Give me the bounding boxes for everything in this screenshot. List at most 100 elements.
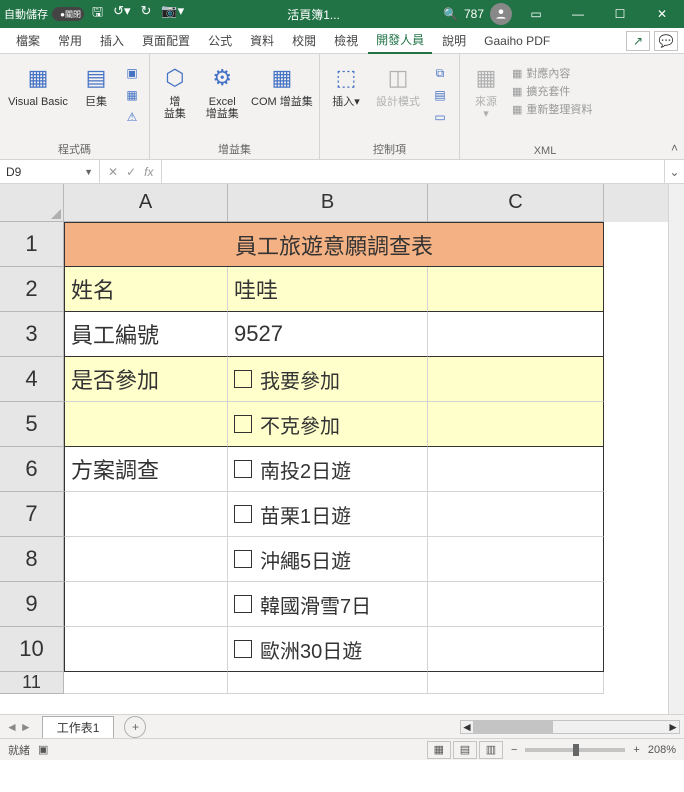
add-sheet-button[interactable]: +	[124, 716, 146, 738]
search-icon[interactable]: 🔍	[443, 7, 458, 21]
fx-icon[interactable]: fx	[144, 165, 153, 179]
expand-formula-bar-icon[interactable]: ⌄	[664, 160, 684, 183]
page-break-icon[interactable]: ▥	[479, 741, 503, 759]
row-header[interactable]: 9	[0, 582, 64, 627]
cell-a4[interactable]: 是否參加	[64, 357, 228, 402]
addins-button[interactable]: ⬡ 增 益集	[156, 58, 194, 120]
cell-c7[interactable]	[428, 492, 604, 537]
sheet-nav-prev-icon[interactable]: ◄	[6, 720, 18, 734]
cell-c4[interactable]	[428, 357, 604, 402]
row-header[interactable]: 1	[0, 222, 64, 267]
comments-icon[interactable]: 💬	[654, 31, 678, 51]
name-box[interactable]: D9▼	[0, 160, 100, 183]
undo-icon[interactable]: ↺▾	[113, 3, 130, 25]
enter-formula-icon[interactable]: ✓	[126, 165, 136, 179]
cell-b8[interactable]: 沖繩5日遊	[228, 537, 428, 582]
row-header[interactable]: 6	[0, 447, 64, 492]
save-icon[interactable]: 🖫	[92, 3, 103, 25]
chevron-down-icon[interactable]: ▼	[84, 167, 93, 177]
cell-a3[interactable]: 員工編號	[64, 312, 228, 357]
redo-icon[interactable]: ↻	[141, 3, 152, 25]
cell-b11[interactable]	[228, 672, 428, 694]
row-header[interactable]: 3	[0, 312, 64, 357]
row-header[interactable]: 2	[0, 267, 64, 312]
com-addins-button[interactable]: ▦ COM 增益集	[251, 58, 313, 108]
excel-addins-button[interactable]: ⚙ Excel 增益集	[200, 58, 245, 120]
design-mode-button[interactable]: ◫ 設計模式	[372, 58, 424, 108]
cell-c10[interactable]	[428, 627, 604, 672]
cell-b4[interactable]: 我要參加	[228, 357, 428, 402]
zoom-slider[interactable]	[525, 748, 625, 752]
record-macro-icon[interactable]: ▣	[122, 64, 142, 82]
cell-a10[interactable]	[64, 627, 228, 672]
select-all-cell[interactable]	[0, 184, 64, 222]
page-layout-icon[interactable]: ▤	[453, 741, 477, 759]
cell-b5[interactable]: 不克參加	[228, 402, 428, 447]
checkbox-icon[interactable]	[234, 415, 252, 433]
cell-a8[interactable]	[64, 537, 228, 582]
cell-c9[interactable]	[428, 582, 604, 627]
cell-b2[interactable]: 哇哇	[228, 267, 428, 312]
row-header[interactable]: 4	[0, 357, 64, 402]
tab-help[interactable]: 說明	[434, 28, 474, 53]
minimize-icon[interactable]: —	[560, 0, 596, 28]
xml-source-button[interactable]: ▦ 來源▾	[466, 58, 506, 120]
cell-c6[interactable]	[428, 447, 604, 492]
cell-c8[interactable]	[428, 537, 604, 582]
camera-icon[interactable]: 📷▾	[161, 3, 184, 25]
cell-b9[interactable]: 韓國滑雪7日	[228, 582, 428, 627]
normal-view-icon[interactable]: ▦	[427, 741, 451, 759]
cell-a9[interactable]	[64, 582, 228, 627]
cell-a5[interactable]	[64, 402, 228, 447]
tab-data[interactable]: 資料	[242, 28, 282, 53]
col-header-a[interactable]: A	[64, 184, 228, 222]
tab-layout[interactable]: 頁面配置	[134, 28, 198, 53]
tab-home[interactable]: 常用	[50, 28, 90, 53]
macros-button[interactable]: ▤ 巨集	[76, 58, 116, 108]
tab-review[interactable]: 校閱	[284, 28, 324, 53]
cell-title[interactable]: 員工旅遊意願調查表	[64, 222, 604, 267]
sheet-tab[interactable]: 工作表1	[42, 716, 115, 738]
macro-security-icon[interactable]: ⚠	[122, 108, 142, 126]
relative-ref-icon[interactable]: ▦	[122, 86, 142, 104]
cell-a11[interactable]	[64, 672, 228, 694]
col-header-c[interactable]: C	[428, 184, 604, 222]
checkbox-icon[interactable]	[234, 640, 252, 658]
row-header[interactable]: 8	[0, 537, 64, 582]
row-header[interactable]: 10	[0, 627, 64, 672]
cell-c5[interactable]	[428, 402, 604, 447]
tab-gaaiho[interactable]: Gaaiho PDF	[476, 30, 558, 52]
tab-insert[interactable]: 插入	[92, 28, 132, 53]
collapse-ribbon-icon[interactable]: ˄	[671, 141, 678, 155]
cell-b7[interactable]: 苗栗1日遊	[228, 492, 428, 537]
checkbox-icon[interactable]	[234, 460, 252, 478]
macro-record-icon[interactable]: ▣	[38, 743, 48, 756]
formula-input[interactable]	[162, 160, 664, 183]
row-header[interactable]: 11	[0, 672, 64, 694]
xml-refresh-button[interactable]: ▦ 重新整理資料	[512, 100, 592, 118]
avatar[interactable]	[490, 3, 512, 25]
checkbox-icon[interactable]	[234, 505, 252, 523]
vertical-scrollbar[interactable]	[668, 184, 684, 714]
insert-control-button[interactable]: ⬚ 插入▾	[326, 58, 366, 108]
ribbon-options-icon[interactable]: ▭	[518, 0, 554, 28]
cell-a2[interactable]: 姓名	[64, 267, 228, 312]
tab-view[interactable]: 檢視	[326, 28, 366, 53]
spreadsheet-grid[interactable]: A B C 1 員工旅遊意願調查表 2 姓名 哇哇 3 員工編號 9527 4 …	[0, 184, 668, 714]
xml-expand-button[interactable]: ▦ 擴充套件	[512, 82, 592, 100]
tab-file[interactable]: 檔案	[8, 28, 48, 53]
col-header-b[interactable]: B	[228, 184, 428, 222]
cell-b6[interactable]: 南投2日遊	[228, 447, 428, 492]
zoom-in-icon[interactable]: +	[633, 744, 639, 756]
tab-formulas[interactable]: 公式	[200, 28, 240, 53]
checkbox-icon[interactable]	[234, 595, 252, 613]
visual-basic-button[interactable]: ▦ Visual Basic	[6, 58, 70, 108]
cell-c11[interactable]	[428, 672, 604, 694]
close-icon[interactable]: ✕	[644, 0, 680, 28]
autosave-toggle[interactable]: 自動儲存 ●關閉	[4, 6, 84, 22]
cell-a7[interactable]	[64, 492, 228, 537]
xml-map-button[interactable]: ▦ 對應內容	[512, 64, 592, 82]
maximize-icon[interactable]: ☐	[602, 0, 638, 28]
row-header[interactable]: 5	[0, 402, 64, 447]
zoom-level[interactable]: 208%	[648, 744, 676, 756]
